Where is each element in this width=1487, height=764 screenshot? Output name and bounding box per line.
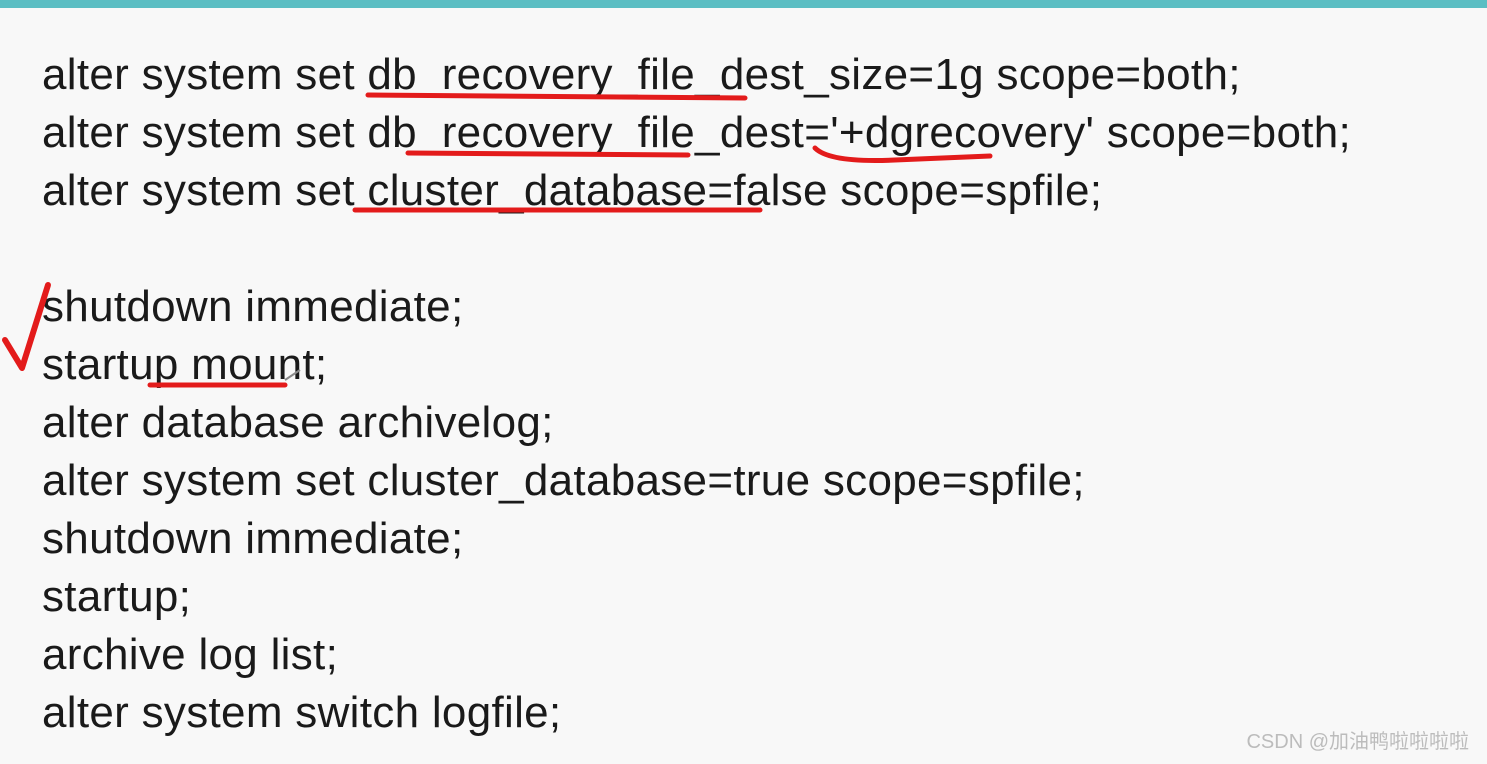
code-line: alter system set db_recovery_file_dest='…: [42, 104, 1445, 162]
code-content: alter system set db_recovery_file_dest_s…: [0, 8, 1487, 742]
code-line: alter system set db_recovery_file_dest_s…: [42, 46, 1445, 104]
watermark-text: CSDN @加油鸭啦啦啦啦: [1246, 725, 1469, 754]
code-line: alter database archivelog;: [42, 394, 1445, 452]
code-line: startup mount;: [42, 336, 1445, 394]
code-line: alter system set cluster_database=true s…: [42, 452, 1445, 510]
code-line: archive log list;: [42, 626, 1445, 684]
code-line: alter system switch logfile;: [42, 684, 1445, 742]
code-line: startup;: [42, 568, 1445, 626]
top-accent-bar: [0, 0, 1487, 8]
code-line: shutdown immediate;: [42, 510, 1445, 568]
code-line: shutdown immediate;: [42, 278, 1445, 336]
code-block-1: alter system set db_recovery_file_dest_s…: [42, 46, 1445, 220]
code-line: alter system set cluster_database=false …: [42, 162, 1445, 220]
code-block-2: shutdown immediate; startup mount; alter…: [42, 278, 1445, 742]
